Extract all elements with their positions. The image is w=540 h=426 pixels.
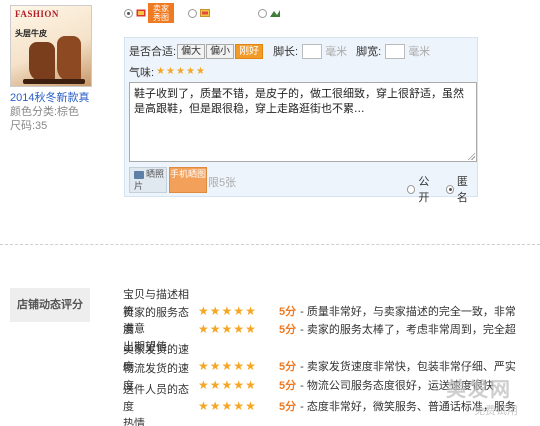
star-icon[interactable]: ★ bbox=[176, 67, 185, 77]
watermark-sub: 免费试用 bbox=[474, 405, 518, 417]
smell-row: 气味: ★ ★ ★ ★ ★ bbox=[129, 64, 206, 80]
rating-score: 5分 bbox=[279, 324, 297, 336]
badge-line-1: 卖家 bbox=[153, 4, 169, 13]
section-divider bbox=[0, 244, 540, 245]
thumbnail-tag: 头层牛皮 bbox=[15, 29, 47, 38]
foot-length-label: 脚长: bbox=[273, 46, 299, 58]
product-size: 尺码:35 bbox=[10, 120, 48, 132]
watermark-logo: 美发网 bbox=[446, 379, 512, 401]
star-icon[interactable]: ★ bbox=[210, 322, 221, 336]
comment-textarea[interactable]: 鞋子收到了，质量不错，是皮子的，做工很细致，穿上很舒适，虽然是高跟鞋，但是跟很稳… bbox=[129, 82, 477, 162]
smell-label: 气味: bbox=[129, 67, 155, 79]
boot-image bbox=[29, 42, 55, 82]
fit-option-right[interactable]: 刚好 bbox=[235, 43, 264, 59]
star-icon[interactable]: ★ bbox=[186, 67, 195, 77]
public-radio[interactable] bbox=[407, 184, 416, 194]
rating-score: 5分 bbox=[279, 401, 297, 413]
rating-stars[interactable]: ★★★★★ bbox=[198, 321, 276, 339]
foot-width-label: 脚宽: bbox=[356, 46, 382, 58]
red-image-icon bbox=[136, 8, 146, 18]
fit-label: 是否合适: bbox=[129, 46, 177, 58]
star-icon[interactable]: ★ bbox=[156, 67, 165, 77]
product-thumbnail[interactable]: FASHION 头层牛皮 bbox=[10, 5, 92, 87]
star-icon[interactable]: ★ bbox=[198, 399, 209, 413]
star-icon[interactable]: ★ bbox=[245, 322, 256, 336]
foot-width-unit: 毫米 bbox=[408, 46, 431, 58]
star-icon[interactable]: ★ bbox=[196, 67, 205, 77]
star-icon[interactable]: ★ bbox=[245, 399, 256, 413]
mobile-photo-button[interactable]: 手机晒图 bbox=[169, 167, 207, 193]
resize-handle[interactable] bbox=[467, 152, 475, 160]
image-type-radio-1[interactable] bbox=[124, 8, 133, 18]
rating-label: 送件人员的态度 bbox=[123, 384, 189, 413]
star-icon[interactable]: ★ bbox=[233, 322, 244, 336]
rating-stars[interactable]: ★★★★★ bbox=[198, 398, 276, 416]
visibility-selector: 公开 匿名 bbox=[407, 173, 477, 205]
foot-length-input[interactable] bbox=[302, 43, 323, 59]
seller-show-badge: 卖家 秀图 bbox=[148, 3, 174, 23]
rating-label: 卖家的服务态度 bbox=[123, 307, 189, 336]
review-panel: 是否合适: 偏大 偏小 刚好 脚长: 毫米 脚宽: 毫米 气味: ★ ★ ★ ★… bbox=[124, 37, 478, 204]
star-icon[interactable]: ★ bbox=[233, 399, 244, 413]
mobile-photo-label: 手机晒图 bbox=[170, 169, 207, 179]
camera-icon bbox=[134, 170, 144, 179]
image-type-radio-2[interactable] bbox=[188, 8, 197, 18]
thumbnail-brand: FASHION bbox=[15, 9, 59, 19]
mountain-photo-icon bbox=[270, 8, 280, 18]
star-icon[interactable]: ★ bbox=[222, 399, 233, 413]
star-icon[interactable]: ★ bbox=[210, 399, 221, 413]
shop-ratings-label: 店铺动态评分 bbox=[10, 288, 90, 322]
comment-text: 鞋子收到了，质量不错，是皮子的，做工很细致，穿上很舒适，虽然是高跟鞋，但是跟很稳… bbox=[134, 87, 464, 115]
upload-photo-button[interactable]: 晒照片 bbox=[129, 167, 167, 193]
gallery-icon bbox=[200, 8, 210, 18]
smell-stars[interactable]: ★ ★ ★ ★ ★ bbox=[156, 67, 206, 77]
anonymous-label: 匿名 bbox=[456, 176, 468, 204]
boot-sole-image bbox=[23, 79, 85, 84]
fit-option-large[interactable]: 偏大 bbox=[177, 43, 206, 59]
star-icon[interactable]: ★ bbox=[166, 67, 175, 77]
boot-image bbox=[57, 36, 81, 82]
image-type-selector: 卖家 秀图 bbox=[124, 3, 280, 23]
foot-width-input[interactable] bbox=[385, 43, 406, 59]
public-label: 公开 bbox=[418, 176, 430, 204]
star-icon[interactable]: ★ bbox=[198, 322, 209, 336]
badge-line-2: 秀图 bbox=[153, 13, 169, 22]
star-icon[interactable]: ★ bbox=[222, 322, 233, 336]
photo-limit-text: 限5张 bbox=[208, 177, 237, 189]
fit-option-small[interactable]: 偏小 bbox=[206, 43, 235, 59]
foot-length-unit: 毫米 bbox=[325, 46, 348, 58]
anonymous-radio[interactable] bbox=[445, 184, 454, 194]
image-type-radio-3[interactable] bbox=[258, 8, 267, 18]
fit-row: 是否合适: 偏大 偏小 刚好 脚长: 毫米 脚宽: 毫米 bbox=[129, 43, 430, 59]
